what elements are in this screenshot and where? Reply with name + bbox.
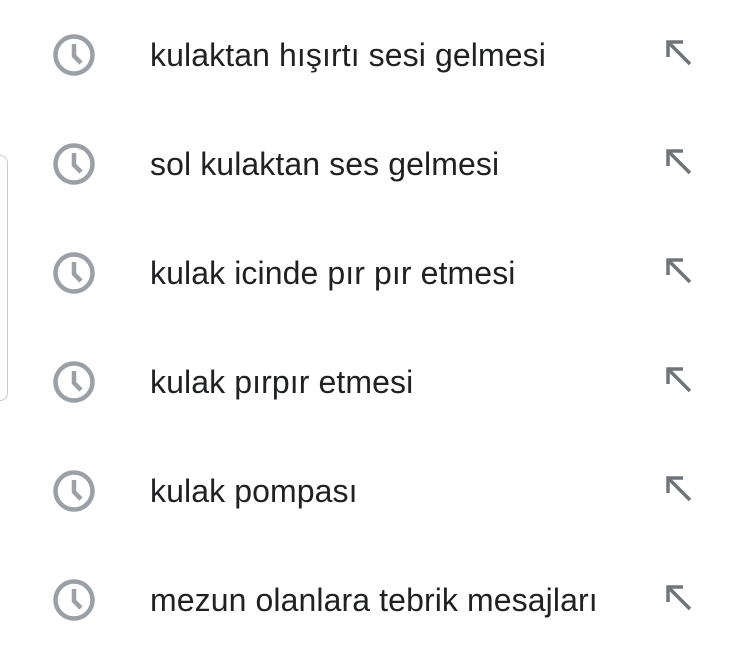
suggestion-item[interactable]: kulaktan hışırtı sesi gelmesi (0, 1, 750, 105)
suggestion-item[interactable]: sol kulaktan ses gelmesi (0, 110, 750, 214)
suggestion-item[interactable]: kulak pırpır etmesi (0, 328, 750, 432)
fill-query-arrow-icon[interactable] (663, 582, 695, 614)
history-clock-icon (53, 143, 95, 185)
fill-query-arrow-icon[interactable] (663, 255, 695, 287)
suggestion-text: kulak icinde pır pır etmesi (150, 255, 516, 291)
fill-query-arrow-icon[interactable] (663, 146, 695, 178)
suggestion-text: kulak pırpır etmesi (150, 364, 414, 400)
suggestion-item[interactable]: kulak icinde pır pır etmesi (0, 219, 750, 323)
suggestion-text: kulaktan hışırtı sesi gelmesi (150, 37, 546, 73)
suggestion-text: mezun olanlara tebrik mesajları (150, 582, 598, 618)
history-clock-icon (53, 252, 95, 294)
fill-query-arrow-icon[interactable] (663, 364, 695, 396)
suggestion-text: sol kulaktan ses gelmesi (150, 146, 500, 182)
history-clock-icon (53, 470, 95, 512)
history-clock-icon (53, 361, 95, 403)
suggestion-item[interactable]: kulak pompası (0, 437, 750, 541)
fill-query-arrow-icon[interactable] (663, 37, 695, 69)
suggestion-item[interactable]: mezun olanlara tebrik mesajları (0, 546, 750, 650)
suggestion-text: kulak pompası (150, 473, 358, 509)
search-suggestion-list: kulaktan hışırtı sesi gelmesi sol kulakt… (0, 0, 750, 635)
history-clock-icon (53, 579, 95, 621)
history-clock-icon (53, 34, 95, 76)
fill-query-arrow-icon[interactable] (663, 473, 695, 505)
